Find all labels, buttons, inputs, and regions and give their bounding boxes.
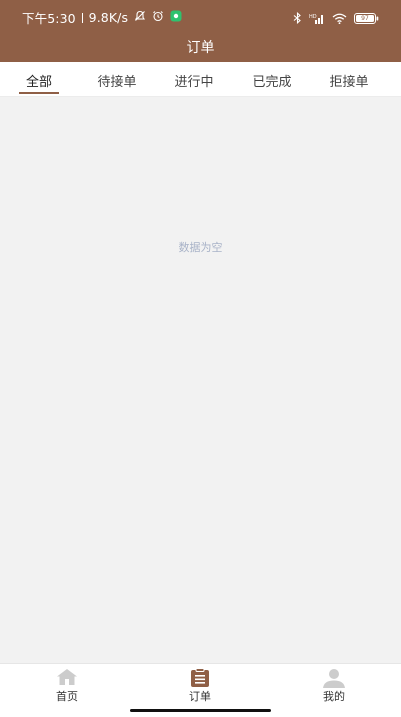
empty-state-text: 数据为空 (178, 241, 223, 254)
mute-icon (134, 10, 146, 25)
battery-icon: 97 (354, 13, 379, 24)
tab-all[interactable]: 全部 (26, 71, 52, 90)
status-time: 下午5:30 (22, 11, 76, 26)
signal-icon: HD (309, 9, 325, 28)
page-title: 订单 (186, 40, 215, 56)
battery-level: 97 (361, 15, 369, 22)
tab-pending[interactable]: 待接单 (97, 71, 136, 90)
tab-completed[interactable]: 已完成 (252, 71, 291, 90)
bluetooth-icon (293, 9, 302, 28)
tab-rejected[interactable]: 拒接单 (329, 71, 368, 90)
alarm-icon (152, 10, 164, 25)
notification-dot-icon (170, 10, 182, 25)
wifi-icon (332, 9, 347, 28)
status-time-group: 下午5:30 9.8K/s (22, 8, 182, 27)
nav-label-me: 我的 (323, 690, 345, 703)
tab-in-progress[interactable]: 进行中 (174, 71, 213, 90)
status-icons: HD 97 (293, 9, 379, 28)
status-separator (81, 12, 83, 23)
status-bar: 下午5:30 9.8K/s HD 97 (0, 0, 401, 33)
nav-label-home: 首页 (56, 690, 78, 703)
svg-text:HD: HD (309, 14, 317, 20)
title-bar: 订单 (0, 33, 401, 62)
order-tabs: 全部 待接单 进行中 已完成 拒接单 (0, 62, 401, 97)
nav-label-orders: 订单 (189, 690, 211, 703)
home-indicator[interactable] (130, 709, 271, 712)
active-tab-indicator (19, 92, 59, 94)
network-speed: 9.8K/s (88, 10, 129, 25)
nav-item-me[interactable]: 我的 (284, 664, 384, 717)
nav-item-home[interactable]: 首页 (17, 664, 117, 717)
home-icon (56, 668, 78, 690)
